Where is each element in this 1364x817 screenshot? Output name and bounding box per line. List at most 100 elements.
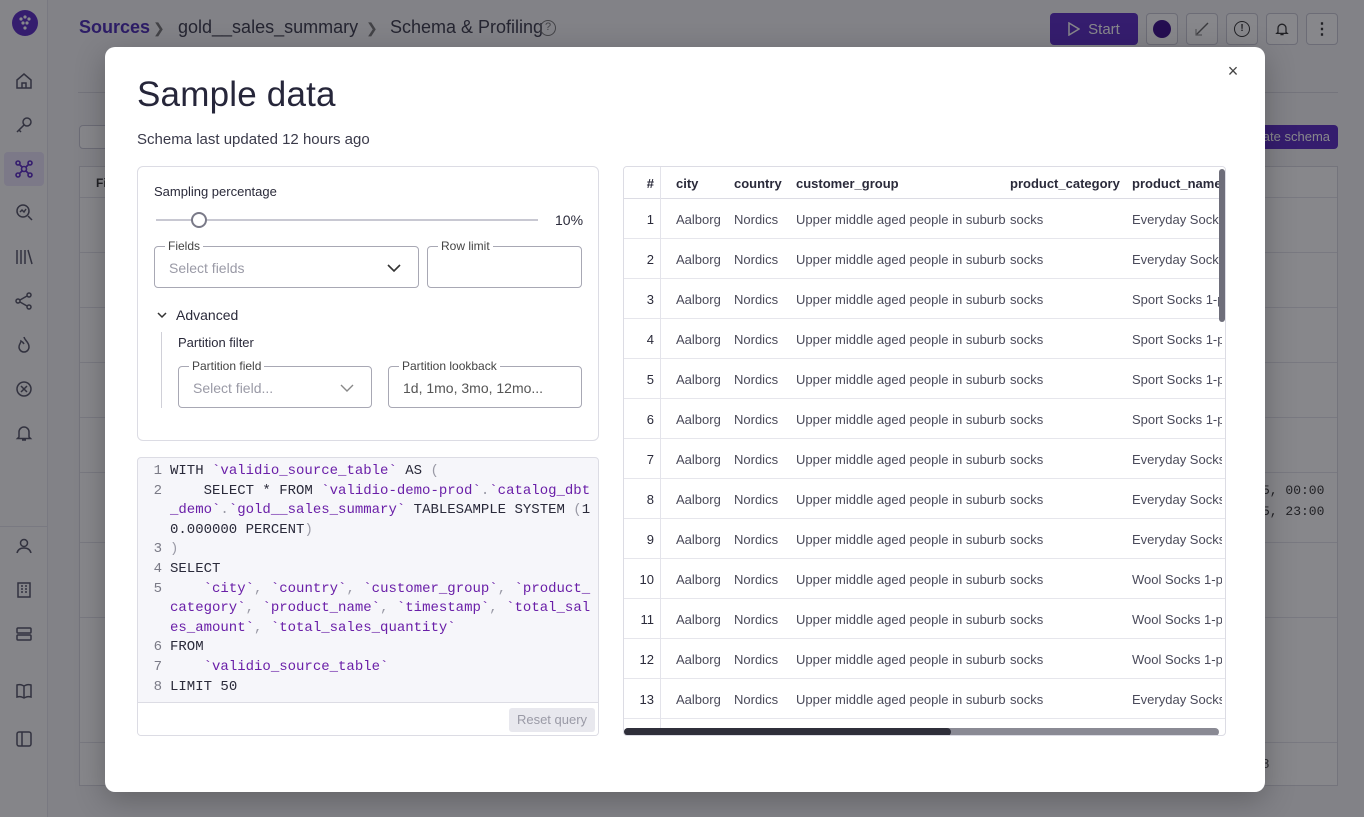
cell-country: Nordics	[734, 532, 779, 547]
cell-product-category: socks	[1010, 292, 1044, 307]
cell-country: Nordics	[734, 452, 779, 467]
fields-placeholder: Select fields	[169, 260, 245, 276]
column-header-row-number[interactable]: #	[624, 176, 654, 191]
cell-product-name: Everyday Socks	[1132, 452, 1222, 467]
table-row: 1 Aalborg Nordics Upper middle aged people …	[624, 199, 1225, 239]
column-header-product-name[interactable]: product_name	[1132, 176, 1222, 191]
code-text: `validio_source_table`	[170, 658, 598, 678]
code-line: 4 SELECT	[138, 560, 598, 580]
code-token: `validio_source_table`	[203, 658, 389, 675]
chevron-down-icon	[157, 312, 167, 319]
row-number: 1	[646, 212, 654, 227]
cell-city: Aalborg	[676, 572, 721, 587]
cell-customer-group: Upper middle aged people in suburb	[796, 572, 1006, 587]
cell-customer-group: Upper middle aged people in suburb	[796, 452, 1006, 467]
code-line: 6 FROM	[138, 638, 598, 658]
cell-country: Nordics	[734, 652, 779, 667]
cell-city: Aalborg	[676, 412, 721, 427]
column-header-customer-group[interactable]: customer_group	[796, 176, 899, 191]
cell-product-name: Everyday Socks	[1132, 252, 1222, 267]
cell-product-name: Wool Socks 1-pa	[1132, 612, 1222, 627]
table-row: 12 Aalborg Nordics Upper middle aged people…	[624, 639, 1225, 679]
line-number: 8	[153, 678, 162, 695]
sampling-slider-track[interactable]	[156, 219, 538, 221]
cell-customer-group: Upper middle aged people in suburb	[796, 532, 1006, 547]
table-row: 13 Aalborg Nordics Upper middle aged people…	[624, 679, 1225, 719]
table-row: 9 Aalborg Nordics Upper middle aged people …	[624, 519, 1225, 559]
fields-select[interactable]: Fields Select fields	[154, 239, 419, 288]
sql-query-editor[interactable]: 1 WITH `validio_source_table` AS (2 SELEC…	[137, 457, 599, 736]
cell-product-category: socks	[1010, 492, 1044, 507]
code-line: 8 LIMIT 50	[138, 678, 598, 698]
code-token: `gold__sales_summary`	[228, 502, 406, 519]
code-line: 5 `city`, `country`, `customer_group`, `…	[138, 580, 598, 639]
reset-query-button[interactable]: Reset query	[509, 708, 595, 732]
line-number: 2	[153, 482, 162, 499]
cell-product-category: socks	[1010, 412, 1044, 427]
horizontal-scrollbar-thumb[interactable]	[624, 728, 951, 735]
advanced-section: Partition filter Partition field Select …	[161, 332, 582, 408]
partition-field-label: Partition field	[189, 359, 265, 373]
chevron-down-icon	[339, 380, 355, 396]
code-text: WITH `validio_source_table` AS (	[170, 462, 598, 482]
cell-country: Nordics	[734, 492, 779, 507]
cell-country: Nordics	[734, 372, 779, 387]
line-number: 6	[153, 639, 162, 656]
sampling-settings-panel: Sampling percentage 10% Fields Select fi…	[137, 166, 599, 441]
cell-product-name: Sport Socks 1-p	[1132, 332, 1222, 347]
code-token: )	[304, 521, 313, 538]
code-token: ,	[254, 580, 271, 597]
cell-city: Aalborg	[676, 372, 721, 387]
advanced-toggle[interactable]: Advanced	[156, 307, 238, 323]
code-token: `total_sales_quantity`	[270, 619, 456, 636]
cell-city: Aalborg	[676, 292, 721, 307]
code-token: ,	[254, 619, 271, 636]
cell-product-name: Everyday Socks	[1132, 532, 1222, 547]
partition-lookback-input[interactable]: Partition lookback 1d, 1mo, 3mo, 12mo...	[388, 359, 582, 408]
cell-product-category: socks	[1010, 212, 1044, 227]
column-header-product-category[interactable]: product_category	[1010, 176, 1120, 191]
code-token: SELECT * FROM	[170, 482, 322, 499]
row-limit-label: Row limit	[438, 239, 493, 253]
cell-product-category: socks	[1010, 612, 1044, 627]
row-number: 11	[640, 612, 655, 627]
close-icon[interactable]: ×	[1224, 62, 1242, 80]
cell-city: Aalborg	[676, 452, 721, 467]
partition-filter-label: Partition filter	[178, 335, 254, 350]
cell-city: Aalborg	[676, 492, 721, 507]
sql-code[interactable]: 1 WITH `validio_source_table` AS (2 SELEC…	[138, 462, 598, 698]
column-header-country[interactable]: country	[734, 176, 782, 191]
cell-customer-group: Upper middle aged people in suburb	[796, 372, 1006, 387]
row-number: 3	[646, 292, 654, 307]
cell-product-name: Sport Socks 1-p	[1132, 412, 1222, 427]
code-token: ,	[346, 580, 364, 597]
cell-country: Nordics	[734, 412, 779, 427]
code-token: WITH	[170, 463, 213, 479]
cell-country: Nordics	[734, 612, 779, 627]
line-number: 1	[153, 463, 162, 479]
code-token: (	[573, 502, 582, 519]
cell-city: Aalborg	[676, 692, 721, 707]
cell-country: Nordics	[734, 252, 779, 267]
sampling-slider-thumb[interactable]	[191, 212, 208, 228]
dialog-title: Sample data	[137, 75, 336, 114]
partition-field-select[interactable]: Partition field Select field...	[178, 359, 372, 408]
row-number: 10	[639, 572, 654, 587]
vertical-scrollbar[interactable]	[1219, 169, 1225, 322]
cell-product-name: Everyday Socks	[1132, 692, 1222, 707]
sampling-percentage-value: 10%	[555, 212, 584, 228]
code-text: SELECT * FROM `validio-demo-prod`.`catal…	[170, 482, 598, 541]
table-row: 2 Aalborg Nordics Upper middle aged people …	[624, 239, 1225, 279]
cell-product-category: socks	[1010, 652, 1044, 667]
row-limit-input[interactable]: Row limit	[427, 239, 582, 288]
row-number: 4	[646, 332, 654, 347]
code-line: 2 SELECT * FROM `validio-demo-prod`.`cat…	[138, 482, 598, 541]
cell-product-name: Everyday Socks	[1132, 492, 1222, 507]
cell-product-name: Sport Socks 1-p	[1132, 292, 1222, 307]
code-token: `validio_source_table`	[212, 463, 397, 479]
cell-city: Aalborg	[676, 652, 721, 667]
column-header-city[interactable]: city	[676, 176, 698, 191]
table-row: 10 Aalborg Nordics Upper middle aged people…	[624, 559, 1225, 599]
